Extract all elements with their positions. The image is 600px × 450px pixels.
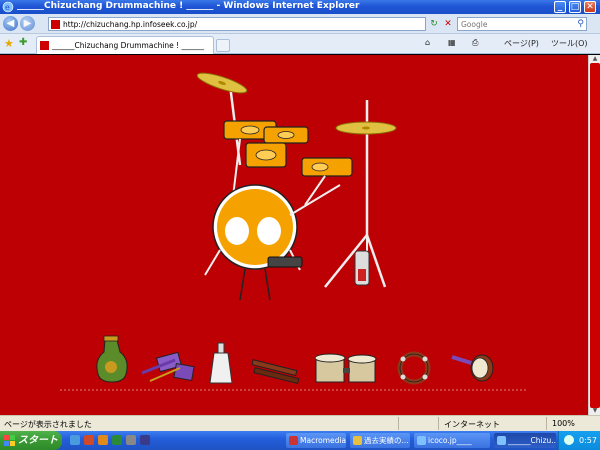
shaker-vase-instrument[interactable]: [96, 335, 128, 383]
taskbar-button-label: 過去実績の...: [364, 436, 409, 445]
system-tray: 0:57: [558, 431, 600, 450]
url-box[interactable]: [48, 17, 426, 31]
crash-cymbal[interactable]: [195, 69, 248, 166]
snare-drum[interactable]: [301, 157, 353, 177]
taskbar: スタート Macromedia ... 過去実績の... icoco.jp___…: [0, 431, 600, 450]
macromedia-icon: [289, 436, 298, 445]
quicklaunch-app-icon[interactable]: [112, 435, 122, 445]
zoom-level[interactable]: 100%: [552, 419, 575, 428]
status-divider: [546, 417, 547, 430]
start-button[interactable]: スタート: [0, 431, 62, 450]
tambourine-instrument[interactable]: [397, 351, 431, 385]
favorites-star-icon[interactable]: ★: [4, 37, 14, 50]
taskbar-button[interactable]: 過去実績の...: [350, 433, 410, 448]
new-tab-button[interactable]: [216, 39, 230, 52]
taskbar-button[interactable]: ______Chizu...: [494, 433, 556, 448]
tools-menu[interactable]: ツール(O): [551, 38, 588, 49]
scroll-up-icon[interactable]: ▲: [590, 55, 600, 63]
quicklaunch-app-icon[interactable]: [126, 435, 136, 445]
url-input[interactable]: [63, 18, 403, 30]
tab-drummachine[interactable]: ______Chizuchang Drummachine ! ______: [36, 36, 214, 54]
drum-stage: [0, 55, 588, 415]
mid-tom[interactable]: [263, 126, 309, 144]
home-icon[interactable]: ⌂: [425, 38, 430, 47]
search-box[interactable]: ⚲: [457, 17, 587, 31]
hand-drum-instrument[interactable]: [451, 354, 494, 382]
search-icon[interactable]: ⚲: [577, 19, 584, 29]
folder-icon: [353, 436, 362, 445]
status-text: ページが表示されました: [4, 420, 92, 429]
cowbell-instrument[interactable]: [209, 342, 233, 384]
site-favicon-icon: [51, 20, 60, 29]
quicklaunch-app-icon[interactable]: [84, 435, 94, 445]
floor-tom[interactable]: [245, 142, 287, 168]
window-title: ______Chizuchang Drummachine ! ______ - …: [17, 1, 360, 11]
maximize-button[interactable]: □: [569, 1, 581, 13]
status-divider: [398, 417, 399, 430]
scrollbar-thumb[interactable]: [590, 63, 600, 408]
status-divider: [438, 417, 439, 430]
tab-label: ______Chizuchang Drummachine ! ______: [52, 41, 205, 50]
taskbar-button-label: ______Chizu...: [508, 436, 556, 445]
search-input[interactable]: [458, 18, 573, 30]
scroll-down-icon[interactable]: ▼: [590, 407, 600, 415]
page-menu[interactable]: ページ(P): [504, 38, 539, 49]
hihat-pedal[interactable]: [354, 250, 370, 286]
feeds-icon[interactable]: ▦: [448, 38, 456, 47]
taskbar-button-label: Macromedia ...: [300, 436, 346, 445]
block-mallets-instrument[interactable]: [141, 351, 195, 382]
add-favorite-icon[interactable]: ✚: [19, 37, 27, 48]
drum-kit-illustration: [60, 69, 528, 391]
close-button[interactable]: ✕: [584, 1, 596, 13]
ie-logo-icon: e: [2, 1, 14, 13]
address-bar: ◀ ▶ ↻ ✕ ⚲: [0, 14, 600, 34]
quicklaunch-ie-icon[interactable]: [70, 435, 80, 445]
internet-zone[interactable]: インターネット: [444, 419, 500, 430]
start-label: スタート: [18, 435, 58, 446]
ie-window-icon: [417, 436, 426, 445]
print-icon[interactable]: ⎙: [472, 38, 478, 48]
bass-drum[interactable]: [204, 184, 301, 301]
taskbar-button[interactable]: icoco.jp____: [414, 433, 490, 448]
taskbar-button-label: icoco.jp____: [428, 436, 472, 445]
claves-instrument[interactable]: [251, 359, 300, 385]
quicklaunch-app-icon[interactable]: [140, 435, 150, 445]
windows-flag-icon: [4, 435, 15, 446]
refresh-button[interactable]: ↻: [428, 18, 440, 30]
vertical-scrollbar[interactable]: ▲ ▼: [588, 55, 600, 415]
tab-favicon-icon: [40, 41, 49, 50]
title-bar: e ______Chizuchang Drummachine ! ______ …: [0, 0, 600, 14]
tab-bar: ★ ✚ ______Chizuchang Drummachine ! _____…: [0, 34, 600, 54]
tray-help-icon[interactable]: [564, 435, 574, 445]
taskbar-button[interactable]: Macromedia ...: [286, 433, 346, 448]
stop-button[interactable]: ✕: [442, 18, 454, 30]
back-button[interactable]: ◀: [3, 16, 18, 31]
forward-button[interactable]: ▶: [20, 16, 35, 31]
minimize-button[interactable]: _: [554, 1, 566, 13]
clock[interactable]: 0:57: [579, 436, 597, 445]
quicklaunch-app-icon[interactable]: [98, 435, 108, 445]
status-bar: ページが表示されました インターネット 100%: [0, 415, 600, 431]
ie-window-icon: [497, 436, 506, 445]
bongos-instrument[interactable]: [314, 353, 377, 383]
svg-text:e: e: [5, 3, 10, 12]
